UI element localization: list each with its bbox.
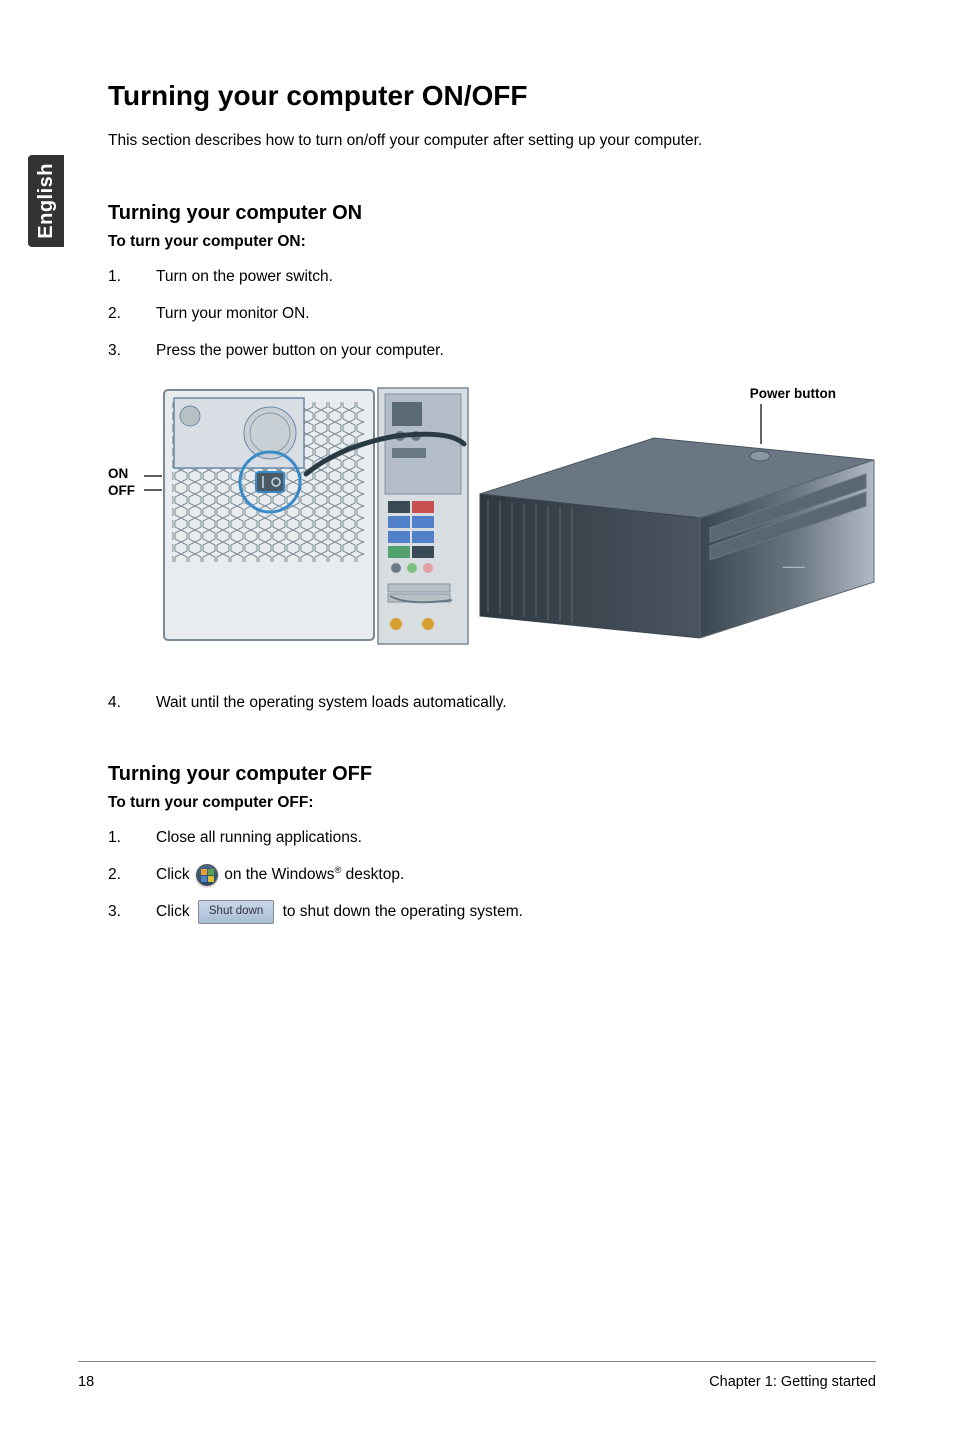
step-number: 3. (108, 900, 156, 923)
on-text: ON (108, 466, 135, 482)
on-step-2: 2. Turn your monitor ON. (108, 302, 876, 325)
language-tab: English (28, 155, 64, 247)
text-fragment: desktop. (341, 866, 404, 883)
on-step-4: 4. Wait until the operating system loads… (108, 691, 876, 714)
language-label: English (35, 163, 58, 239)
off-steps: 1. Close all running applications. 2. Cl… (108, 826, 876, 924)
rear-computer-illustration (160, 386, 470, 646)
step-text: Click on the Windows® desktop. (156, 863, 876, 886)
text-fragment: to shut down the operating system. (283, 903, 523, 920)
off-step-2: 2. Click on the Windows® desktop. (108, 863, 876, 886)
step-text: Turn on the power switch. (156, 265, 876, 288)
chapter-label: Chapter 1: Getting started (709, 1374, 876, 1390)
text-fragment: on the Windows (224, 866, 334, 883)
intro-text: This section describes how to turn on/of… (108, 130, 876, 152)
off-step-3: 3. Click Shut down to shut down the oper… (108, 900, 876, 924)
page-footer: 18 Chapter 1: Getting started (78, 1361, 876, 1390)
windows-start-icon (196, 864, 218, 886)
power-button-line-icon (760, 404, 762, 444)
step-number: 2. (108, 863, 156, 886)
on-steps: 1. Turn on the power switch. 2. Turn you… (108, 265, 876, 363)
step-number: 3. (108, 339, 156, 362)
main-content: Turning your computer ON/OFF This sectio… (108, 80, 876, 938)
on-step-3: 3. Press the power button on your comput… (108, 339, 876, 362)
page-number: 18 (78, 1374, 94, 1390)
rear-panel-figure: ON OFF (108, 386, 452, 646)
step-text: Wait until the operating system loads au… (156, 691, 876, 714)
shutdown-button-graphic: Shut down (198, 900, 274, 923)
step-text: Press the power button on your computer. (156, 339, 876, 362)
step-text: Click Shut down to shut down the operati… (156, 900, 876, 924)
step-number: 4. (108, 691, 156, 714)
off-step-1: 1. Close all running applications. (108, 826, 876, 849)
text-fragment: Click (156, 866, 194, 883)
step-number: 2. (108, 302, 156, 325)
front-panel-figure: Power button (476, 386, 876, 651)
off-heading: Turning your computer OFF (108, 763, 876, 786)
front-computer-illustration: —— (476, 434, 876, 646)
on-step-1: 1. Turn on the power switch. (108, 265, 876, 288)
on-heading: Turning your computer ON (108, 202, 876, 225)
on-off-label: ON OFF (108, 466, 135, 498)
power-button-label: Power button (750, 386, 836, 401)
step-text: Turn your monitor ON. (156, 302, 876, 325)
on-lead: To turn your computer ON: (108, 233, 876, 251)
figure-row: ON OFF (108, 386, 876, 651)
text-fragment: Click (156, 903, 194, 920)
off-text: OFF (108, 483, 135, 499)
page-title: Turning your computer ON/OFF (108, 80, 876, 112)
svg-text:——: —— (780, 562, 807, 574)
step-text: Close all running applications. (156, 826, 876, 849)
step-number: 1. (108, 826, 156, 849)
step-number: 1. (108, 265, 156, 288)
off-section: Turning your computer OFF To turn your c… (108, 763, 876, 924)
on-steps-cont: 4. Wait until the operating system loads… (108, 691, 876, 714)
off-lead: To turn your computer OFF: (108, 794, 876, 812)
